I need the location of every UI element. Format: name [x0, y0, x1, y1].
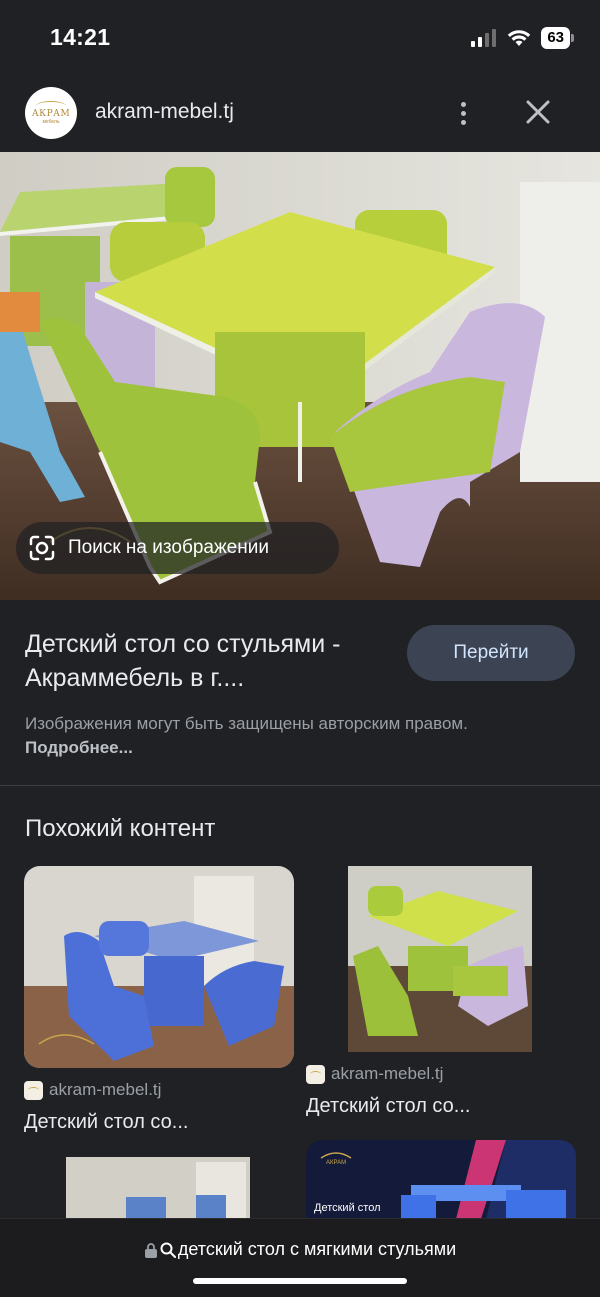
source-header: АКРАМ мебель akram-mebel.tj [0, 76, 600, 152]
related-card-title[interactable]: Детский стол со... [306, 1095, 470, 1118]
related-heading: Похожий контент [25, 815, 216, 842]
lens-icon [29, 535, 55, 561]
lens-search-button[interactable]: Поиск на изображении [16, 522, 339, 574]
status-bar: 14:21 63 [0, 0, 600, 76]
wifi-icon [508, 30, 531, 46]
svg-text:АКРАМ: АКРАМ [326, 1160, 346, 1166]
ad-banner-text: Детский стол [314, 1202, 381, 1214]
related-card-thumbnail[interactable] [24, 866, 294, 1068]
lens-chip-label: Поиск на изображении [68, 537, 269, 558]
lime-furniture-photo [348, 866, 532, 1052]
status-time: 14:21 [50, 24, 111, 50]
related-card-thumbnail[interactable]: АКРАМ Детский стол [306, 1140, 576, 1219]
visit-button[interactable]: Перейти [407, 625, 575, 681]
copyright-notice: Изображения могут быть защищены авторски… [25, 712, 565, 760]
logo-subtext: мебель [42, 119, 60, 125]
source-domain[interactable]: akram-mebel.tj [95, 100, 234, 124]
furniture-photo-3 [66, 1157, 250, 1219]
home-indicator[interactable] [193, 1278, 407, 1284]
url-bar[interactable]: детский стол с мягкими стульями [0, 1239, 600, 1260]
status-icons: 63 [471, 27, 574, 49]
related-card-source: akram-mebel.tj [24, 1080, 161, 1100]
browser-bottom-bar: детский стол с мягкими стульями [0, 1218, 600, 1297]
lock-icon [144, 1242, 157, 1258]
site-favicon-icon [306, 1064, 325, 1084]
signal-icon [471, 29, 497, 47]
blue-furniture-photo [24, 866, 294, 1068]
site-logo[interactable]: АКРАМ мебель [25, 87, 77, 139]
close-icon[interactable] [520, 94, 556, 130]
battery-icon: 63 [541, 27, 574, 49]
related-card-source: akram-mebel.tj [306, 1064, 443, 1084]
main-image[interactable]: Поиск на изображении [0, 152, 600, 600]
related-card-domain: akram-mebel.tj [331, 1064, 444, 1083]
more-vert-icon[interactable] [448, 96, 478, 130]
site-favicon-icon [24, 1080, 43, 1100]
related-card-title[interactable]: Детский стол со... [24, 1111, 188, 1134]
url-text: детский стол с мягкими стульями [177, 1239, 457, 1259]
related-card-domain: akram-mebel.tj [49, 1080, 162, 1099]
result-title[interactable]: Детский стол со стульями - Акраммебель в… [25, 627, 395, 695]
search-icon [160, 1242, 176, 1258]
learn-more-link[interactable]: Подробнее... [25, 738, 133, 757]
related-card-thumbnail[interactable] [348, 866, 532, 1052]
related-card-thumbnail[interactable] [66, 1157, 250, 1219]
copyright-text: Изображения могут быть защищены авторски… [25, 714, 468, 733]
divider [0, 785, 600, 786]
logo-text: АКРАМ [31, 109, 71, 119]
